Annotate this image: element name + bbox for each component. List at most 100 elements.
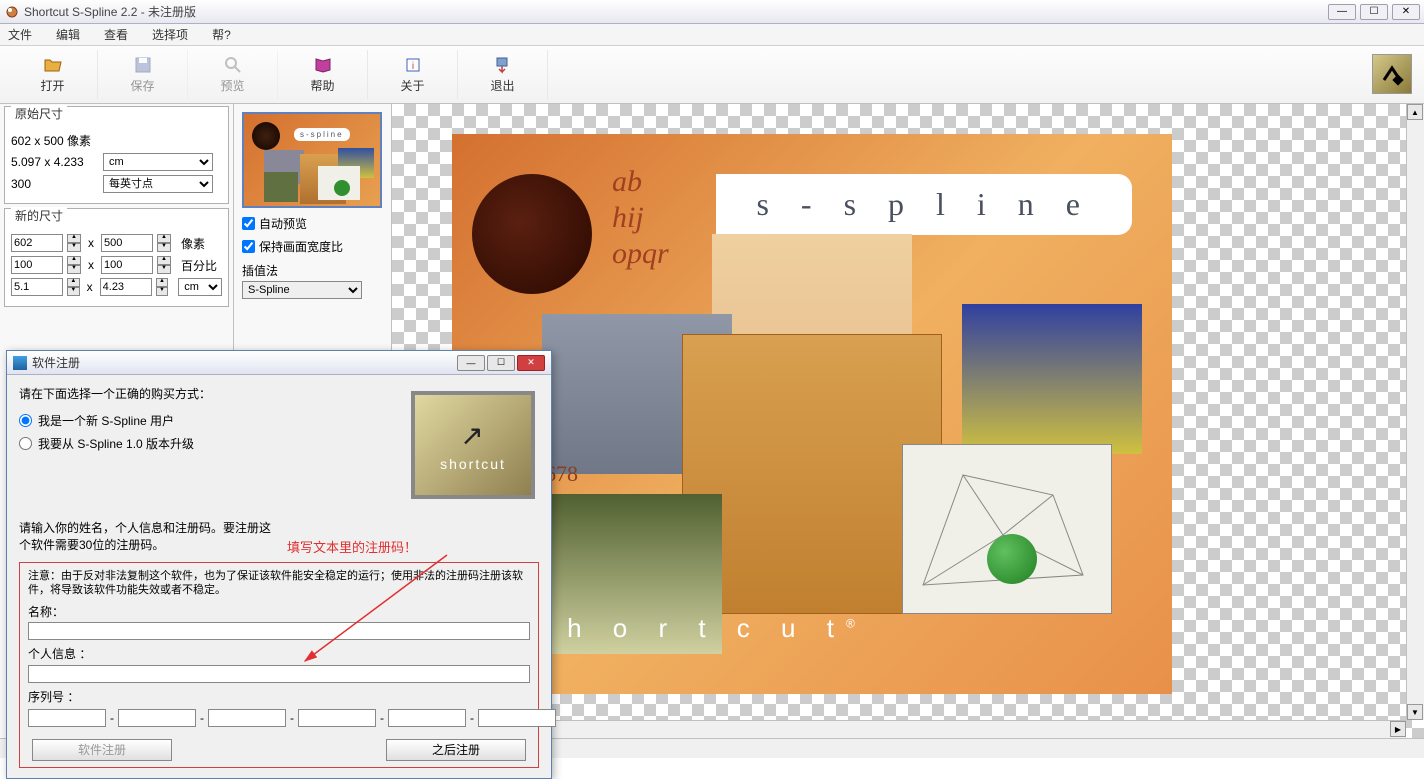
width-cm-up[interactable]: ▲ [67,278,80,287]
dialog-logo-text: shortcut [440,456,506,472]
scroll-right-button[interactable]: ▶ [1390,721,1406,737]
menu-help[interactable]: 帮? [212,26,231,43]
width-px-up[interactable]: ▲ [67,234,81,243]
serial-input-3[interactable] [208,709,286,727]
thumbnail[interactable]: s-spline [242,112,382,208]
toolbar-about-label: 关于 [400,77,424,94]
book-icon [313,55,333,75]
auto-preview-input[interactable] [242,217,255,230]
unit-cm-select[interactable]: cm [178,278,222,296]
serial-input-1[interactable] [28,709,106,727]
unit-pct-label: 百分比 [181,257,217,274]
dialog-instruction: 请输入你的姓名，个人信息和注册码。要注册这个软件需要30位的注册码。 [19,520,279,554]
keep-aspect-input[interactable] [242,240,255,253]
warning-box: 注意：由于反对非法复制这个软件，也为了保证该软件能安全稳定的运行；使用非法的注册… [19,562,539,768]
menu-edit[interactable]: 编辑 [56,26,80,43]
folder-open-icon [43,55,63,75]
image-alpha-text: ab hij opqr [612,164,669,272]
radio-new-user-input[interactable] [19,414,32,427]
radio-upgrade-label: 我要从 S-Spline 1.0 版本升级 [38,435,194,452]
width-cm-down[interactable]: ▼ [67,287,80,296]
serial-input-6[interactable] [478,709,556,727]
toolbar-save[interactable]: 保存 [98,50,188,99]
original-size-title: 原始尺寸 [11,105,67,122]
keep-aspect-checkbox[interactable]: 保持画面宽度比 [242,238,383,255]
serial-row: - - - - - [28,709,530,727]
toolbar-preview[interactable]: 预览 [188,50,278,99]
image-helmet [962,304,1142,454]
auto-preview-checkbox[interactable]: 自动预览 [242,215,383,232]
window-controls: — ☐ ✕ [1328,4,1420,20]
height-pct-input[interactable] [101,256,153,274]
serial-input-4[interactable] [298,709,376,727]
interpolation-select[interactable]: S-Spline [242,281,362,299]
toolbar-exit[interactable]: 退出 [458,50,548,99]
red-annotation-text: 填写文本里的注册码！ [287,537,417,556]
info-input[interactable] [28,665,530,683]
toolbar-exit-label: 退出 [490,77,514,94]
menu-file[interactable]: 文件 [8,26,32,43]
toolbar-preview-label: 预览 [220,77,244,94]
dialog-title: 软件注册 [32,354,457,371]
unit-select-dpi[interactable]: 每英寸点 [103,175,213,193]
dialog-close-button[interactable]: ✕ [517,355,545,371]
unit-px-label: 像素 [181,235,205,252]
unit-select-cm[interactable]: cm [103,153,213,171]
width-pct-input[interactable] [11,256,63,274]
toolbar-about[interactable]: i 关于 [368,50,458,99]
dialog-minimize-button[interactable]: — [457,355,485,371]
image-spline-badge: s - s p l i n e [716,174,1132,235]
height-pct-up[interactable]: ▲ [157,256,171,265]
original-dpi: 300 [11,177,99,191]
original-size-group: 原始尺寸 602 x 500 像素 5.097 x 4.233 cm 300 每… [4,106,229,204]
serial-input-2[interactable] [118,709,196,727]
dialog-maximize-button[interactable]: ☐ [487,355,515,371]
width-px-input[interactable] [11,234,63,252]
toolbar-open[interactable]: 打开 [8,50,98,99]
auto-preview-label: 自动预览 [259,215,307,232]
name-input[interactable] [28,622,530,640]
titlebar: Shortcut S-Spline 2.2 - 未注册版 — ☐ ✕ [0,0,1424,24]
width-cm-input[interactable] [11,278,63,296]
serial-label: 序列号 ： [28,689,530,705]
height-px-input[interactable] [101,234,153,252]
menubar: 文件 编辑 查看 选择项 帮? [0,24,1424,46]
dialog-logo: ↗ shortcut [411,391,535,499]
info-label: 个人信息 ： [28,646,530,662]
scroll-up-button[interactable]: ▲ [1407,104,1423,120]
new-size-group: 新的尺寸 ▲▼ x ▲▼ 像素 ▲▼ x ▲▼ 百分比 [4,208,229,307]
height-cm-up[interactable]: ▲ [156,278,169,287]
width-px-down[interactable]: ▼ [67,243,81,252]
warning-text: 注意：由于反对非法复制这个软件，也为了保证该软件能安全稳定的运行；使用非法的注册… [28,569,530,599]
original-pixels: 602 x 500 像素 [11,132,91,149]
thumb-spline-badge: s-spline [294,128,350,141]
menu-view[interactable]: 查看 [104,26,128,43]
dialog-titlebar[interactable]: 软件注册 — ☐ ✕ [7,351,551,375]
width-pct-down[interactable]: ▼ [67,265,81,274]
scroll-down-button[interactable]: ▼ [1407,704,1423,720]
serial-input-5[interactable] [388,709,466,727]
height-pct-down[interactable]: ▼ [157,265,171,274]
brand-logo [1372,54,1412,94]
height-cm-down[interactable]: ▼ [156,287,169,296]
width-pct-up[interactable]: ▲ [67,256,81,265]
height-cm-input[interactable] [100,278,152,296]
height-px-down[interactable]: ▼ [157,243,171,252]
svg-text:i: i [411,61,413,72]
name-label: 名称： [28,604,530,620]
toolbar-help[interactable]: 帮助 [278,50,368,99]
toolbar: 打开 保存 预览 帮助 i 关于 退出 [0,46,1424,104]
magnifier-icon [223,55,243,75]
radio-upgrade-input[interactable] [19,437,32,450]
scrollbar-vertical[interactable]: ▲ ▼ [1406,104,1424,720]
minimize-button[interactable]: — [1328,4,1356,20]
toolbar-open-label: 打开 [40,77,64,94]
height-px-up[interactable]: ▲ [157,234,171,243]
keep-aspect-label: 保持画面宽度比 [259,238,343,255]
menu-options[interactable]: 选择项 [152,26,188,43]
image-circle [472,174,592,294]
maximize-button[interactable]: ☐ [1360,4,1388,20]
close-button[interactable]: ✕ [1392,4,1420,20]
window-title: Shortcut S-Spline 2.2 - 未注册版 [24,3,1328,20]
app-icon [4,4,20,20]
